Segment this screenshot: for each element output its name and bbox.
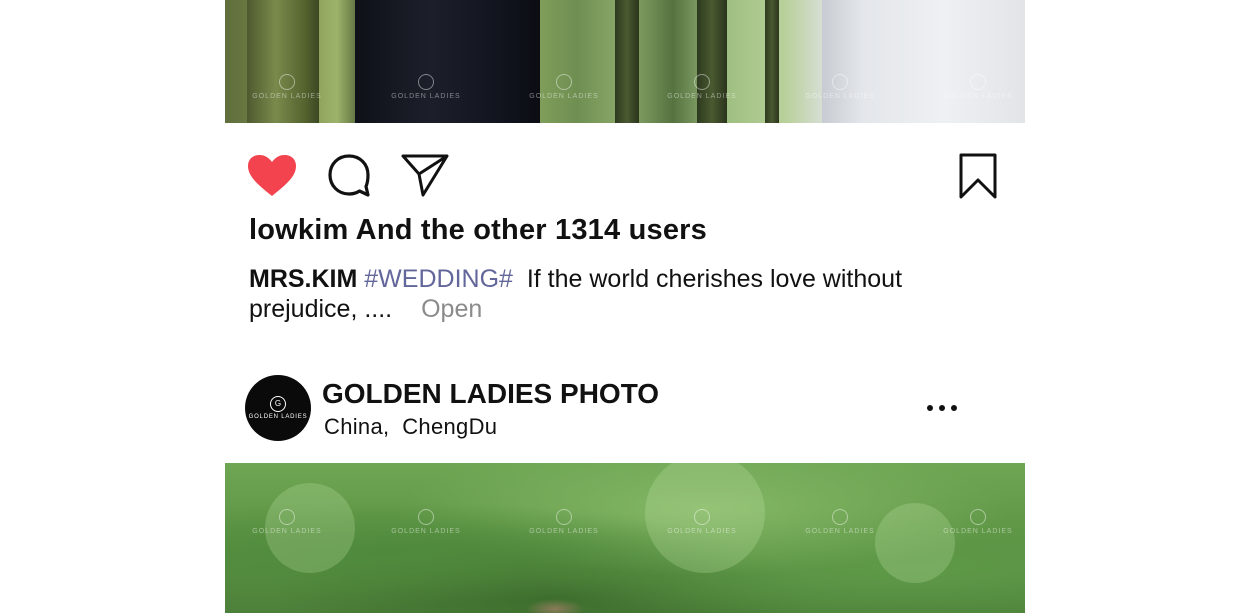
location-city: ChengDu (402, 414, 498, 439)
watermark: GOLDEN LADIES (800, 74, 880, 101)
post-caption: MRS.KIM #WEDDING# If the world cherishes… (249, 264, 969, 324)
post-actions (225, 150, 1025, 202)
caption-hashtag[interactable]: #WEDDING# (364, 265, 513, 293)
more-dots-icon (927, 405, 933, 411)
caption-username[interactable]: MRS.KIM (249, 265, 357, 293)
photo-tree (615, 0, 639, 123)
watermark: GOLDEN LADIES (800, 509, 880, 536)
send-icon (401, 154, 449, 197)
photo-groom-suit (355, 0, 540, 123)
watermark: GOLDEN LADIES (386, 509, 466, 536)
watermark: GOLDEN LADIES (524, 509, 604, 536)
post-photo-bottom[interactable]: GOLDEN LADIES GOLDEN LADIES GOLDEN LADIE… (225, 463, 1025, 613)
post-photo-top[interactable]: GOLDEN LADIES GOLDEN LADIES GOLDEN LADIE… (225, 0, 1025, 123)
avatar[interactable]: G GOLDEN LADIES (245, 375, 311, 441)
more-dots-icon (939, 405, 945, 411)
watermark: GOLDEN LADIES (662, 509, 742, 536)
feed: GOLDEN LADIES GOLDEN LADIES GOLDEN LADIE… (225, 0, 1025, 613)
photo-subject-hair (525, 599, 585, 613)
photo-tree-trunk (247, 0, 319, 123)
location-country: China, (324, 414, 390, 439)
post-location[interactable]: China, ChengDu (324, 414, 497, 440)
watermark: GOLDEN LADIES (938, 509, 1018, 536)
watermark: GOLDEN LADIES (247, 509, 327, 536)
bookmark-icon (959, 153, 997, 199)
watermark: GOLDEN LADIES (386, 74, 466, 101)
avatar-logo-text: GOLDEN LADIES (248, 414, 308, 420)
likes-count[interactable]: lowkim And the other 1314 users (249, 214, 707, 247)
caption-open-link[interactable]: Open (421, 295, 482, 323)
watermark: GOLDEN LADIES (938, 74, 1018, 101)
watermark: GOLDEN LADIES (524, 74, 604, 101)
like-button[interactable] (247, 154, 297, 198)
comment-button[interactable] (326, 153, 372, 199)
more-dots-icon (951, 405, 957, 411)
account-name[interactable]: GOLDEN LADIES PHOTO (322, 378, 659, 410)
post-header: G GOLDEN LADIES GOLDEN LADIES PHOTO Chin… (225, 370, 1025, 450)
heart-icon (248, 155, 296, 196)
share-button[interactable] (401, 153, 449, 197)
comment-icon (328, 154, 370, 197)
more-options-button[interactable] (927, 400, 957, 416)
watermark: GOLDEN LADIES (247, 74, 327, 101)
watermark: GOLDEN LADIES (662, 74, 742, 101)
photo-bride-dress (822, 0, 1025, 123)
photo-tree (697, 0, 727, 123)
save-button[interactable] (959, 153, 997, 199)
photo-tree (765, 0, 779, 123)
avatar-logo-mark: G (270, 396, 286, 412)
